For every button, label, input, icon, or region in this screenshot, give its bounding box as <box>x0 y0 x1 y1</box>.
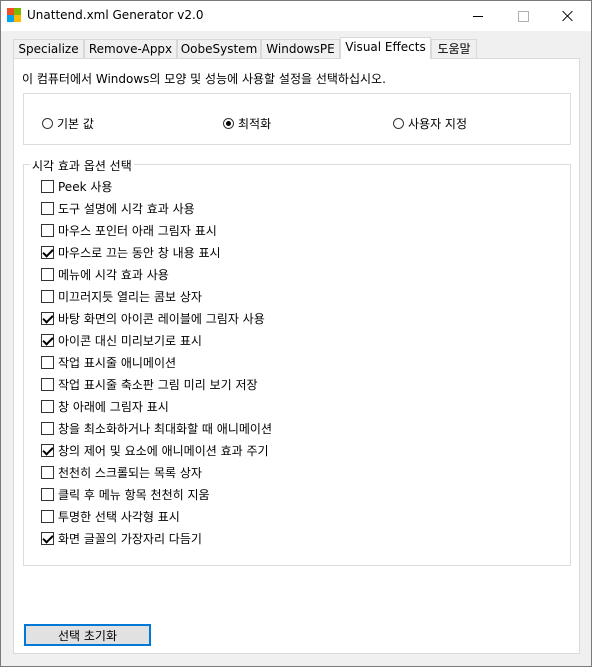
checkbox-label: 바탕 화면의 아이콘 레이블에 그림자 사용 <box>58 311 265 326</box>
tab-oobesystem[interactable]: OobeSystem <box>177 39 261 58</box>
effect-combo-slide-checkbox[interactable]: 미끄러지듯 열리는 콤보 상자 <box>41 287 202 305</box>
preset-default-radio[interactable]: 기본 값 <box>42 115 94 132</box>
title-bar[interactable]: Unattend.xml Generator v2.0 <box>1 1 591 31</box>
checkbox-label: 아이콘 대신 미리보기로 표시 <box>58 333 202 348</box>
preset-custom-radio[interactable]: 사용자 지정 <box>393 115 467 132</box>
windows-logo-icon <box>7 8 21 22</box>
checkbox-icon <box>41 465 54 479</box>
close-button[interactable] <box>546 1 590 31</box>
checkbox-label: 작업 표시줄 축소판 그림 미리 보기 저장 <box>58 377 258 392</box>
checkbox-label: 화면 글꼴의 가장자리 다듬기 <box>58 531 202 546</box>
effects-group-title: 시각 효과 옵션 선택 <box>30 157 134 174</box>
effect-taskbar-animation-checkbox[interactable]: 작업 표시줄 애니메이션 <box>41 353 176 371</box>
visual-effects-panel: 이 컴퓨터에서 Windows의 모양 및 성능에 사용할 설정을 선택하십시오… <box>13 58 580 654</box>
checkbox-label: 창을 최소화하거나 최대화할 때 애니메이션 <box>58 421 272 436</box>
effect-control-animation-checkbox[interactable]: 창의 제어 및 요소에 애니메이션 효과 주기 <box>41 441 269 459</box>
tab-remove-appx[interactable]: Remove-Appx <box>84 39 177 58</box>
effect-icon-label-shadow-checkbox[interactable]: 바탕 화면의 아이콘 레이블에 그림자 사용 <box>41 309 265 327</box>
effect-taskbar-thumbnail-cache-checkbox[interactable]: 작업 표시줄 축소판 그림 미리 보기 저장 <box>41 375 258 393</box>
checkbox-icon <box>41 399 54 413</box>
preset-group: 기본 값 최적화 사용자 지정 <box>23 93 571 145</box>
effect-menu-fade-checkbox[interactable]: 클릭 후 메뉴 항목 천천히 지움 <box>41 485 210 503</box>
checkbox-icon <box>41 509 54 523</box>
checkbox-icon <box>41 289 54 303</box>
checkbox-label: 투명한 선택 사각형 표시 <box>58 509 180 524</box>
checkbox-label: 천천히 스크롤되는 목록 상자 <box>58 465 202 480</box>
checkbox-icon <box>41 179 54 193</box>
effect-translucent-selection-checkbox[interactable]: 투명한 선택 사각형 표시 <box>41 507 180 525</box>
effect-menu-fx-checkbox[interactable]: 메뉴에 시각 효과 사용 <box>41 265 169 283</box>
checkbox-label: 창의 제어 및 요소에 애니메이션 효과 주기 <box>58 443 269 458</box>
checkbox-icon <box>41 223 54 237</box>
checkbox-checked-icon <box>41 245 54 259</box>
app-window: Unattend.xml Generator v2.0 Specialize R… <box>0 0 592 667</box>
effect-tooltip-checkbox[interactable]: 도구 설명에 시각 효과 사용 <box>41 199 195 217</box>
checkbox-icon <box>41 377 54 391</box>
preset-label: 기본 값 <box>57 117 94 131</box>
minimize-button[interactable] <box>456 1 500 31</box>
checkbox-checked-icon <box>41 333 54 347</box>
checkbox-label: 미끄러지듯 열리는 콤보 상자 <box>58 289 202 304</box>
effect-font-smoothing-checkbox[interactable]: 화면 글꼴의 가장자리 다듬기 <box>41 529 202 547</box>
preset-label: 최적화 <box>238 117 272 131</box>
checkbox-label: Peek 사용 <box>58 179 113 194</box>
radio-selected-icon <box>223 118 234 129</box>
maximize-button[interactable] <box>501 1 545 31</box>
checkbox-icon <box>41 201 54 215</box>
radio-circle-icon <box>393 118 404 129</box>
reset-selection-button[interactable]: 선택 초기화 <box>24 624 151 646</box>
checkbox-checked-icon <box>41 311 54 325</box>
checkbox-label: 메뉴에 시각 효과 사용 <box>58 267 169 282</box>
checkbox-icon <box>41 355 54 369</box>
checkbox-label: 작업 표시줄 애니메이션 <box>58 355 177 370</box>
effect-drag-contents-checkbox[interactable]: 마우스로 끄는 동안 창 내용 표시 <box>41 243 221 261</box>
tab-visual-effects[interactable]: Visual Effects <box>340 37 431 59</box>
checkbox-label: 도구 설명에 시각 효과 사용 <box>58 201 195 216</box>
checkbox-checked-icon <box>41 531 54 545</box>
checkbox-checked-icon <box>41 443 54 457</box>
tab-windowspe[interactable]: WindowsPE <box>261 39 340 58</box>
effect-smooth-scroll-checkbox[interactable]: 천천히 스크롤되는 목록 상자 <box>41 463 202 481</box>
effects-group: 시각 효과 옵션 선택 Peek 사용 도구 설명에 시각 효과 사용 마우스 … <box>23 157 571 566</box>
effect-peek-checkbox[interactable]: Peek 사용 <box>41 177 112 195</box>
checkbox-icon <box>41 267 54 281</box>
effect-pointer-shadow-checkbox[interactable]: 마우스 포인터 아래 그림자 표시 <box>41 221 217 239</box>
checkbox-label: 마우스 포인터 아래 그림자 표시 <box>58 223 217 238</box>
checkbox-icon <box>41 487 54 501</box>
preset-optimized-radio[interactable]: 최적화 <box>223 115 271 132</box>
checkbox-label: 마우스로 끄는 동안 창 내용 표시 <box>58 245 221 260</box>
tab-specialize[interactable]: Specialize <box>13 39 84 58</box>
preset-label: 사용자 지정 <box>408 117 468 131</box>
effect-window-shadow-checkbox[interactable]: 창 아래에 그림자 표시 <box>41 397 169 415</box>
close-icon <box>562 10 574 22</box>
checkbox-icon <box>41 421 54 435</box>
panel-description: 이 컴퓨터에서 Windows의 모양 및 성능에 사용할 설정을 선택하십시오… <box>22 72 386 86</box>
radio-circle-icon <box>42 118 53 129</box>
checkbox-label: 클릭 후 메뉴 항목 천천히 지움 <box>58 487 210 502</box>
minimize-icon <box>473 15 483 17</box>
tab-help[interactable]: 도움말 <box>431 39 477 58</box>
effect-min-max-animation-checkbox[interactable]: 창을 최소화하거나 최대화할 때 애니메이션 <box>41 419 272 437</box>
window-title: Unattend.xml Generator v2.0 <box>27 8 204 22</box>
effect-thumbnails-checkbox[interactable]: 아이콘 대신 미리보기로 표시 <box>41 331 202 349</box>
checkbox-label: 창 아래에 그림자 표시 <box>58 399 169 414</box>
maximize-icon <box>517 10 529 22</box>
